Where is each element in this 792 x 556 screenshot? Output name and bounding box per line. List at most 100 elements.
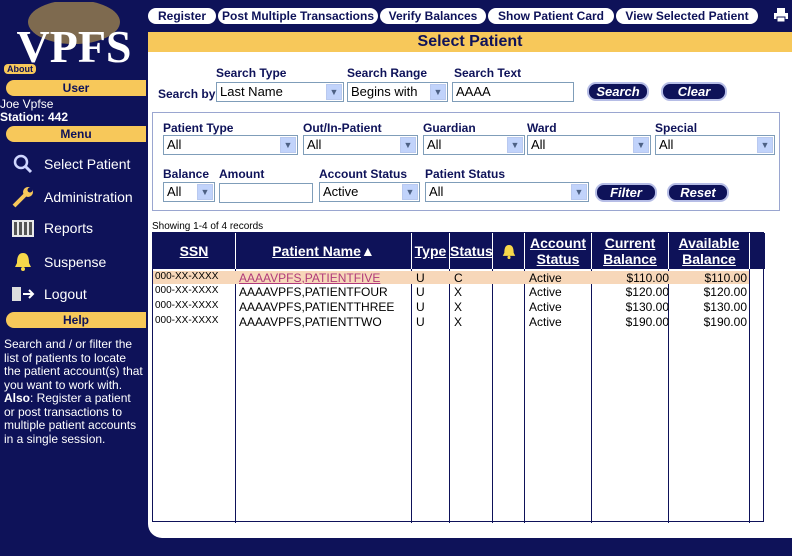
ward-select[interactable]: All ▼ bbox=[527, 135, 651, 155]
user-header: User bbox=[6, 80, 146, 96]
printer-icon[interactable] bbox=[773, 7, 789, 23]
cell-type: U bbox=[416, 300, 425, 314]
menu-item-label: Reports bbox=[44, 220, 94, 236]
cell-patient-name-link[interactable]: AAAAVPFS,PATIENTFIVE bbox=[239, 271, 380, 285]
filter-button[interactable]: Filter bbox=[595, 183, 657, 202]
verify-balances-button[interactable]: Verify Balances bbox=[380, 8, 486, 24]
special-select[interactable]: All ▼ bbox=[655, 135, 775, 155]
patient-status-select[interactable]: All ▼ bbox=[425, 182, 589, 202]
wrench-icon bbox=[10, 185, 36, 209]
cell-type: U bbox=[416, 271, 425, 285]
cell-account-status: Active bbox=[529, 300, 562, 314]
table-row[interactable]: 000-XX-XXXX AAAAVPFS,PATIENTFOUR U X Act… bbox=[153, 285, 749, 299]
table-row[interactable]: 000-XX-XXXX AAAAVPFS,PATIENTFIVE U C Act… bbox=[153, 271, 749, 285]
help-header: Help bbox=[6, 312, 146, 328]
chevron-down-icon: ▼ bbox=[633, 137, 649, 153]
cell-current-balance: $130.00 bbox=[625, 300, 669, 314]
patient-type-select[interactable]: All ▼ bbox=[163, 135, 298, 155]
logout-icon bbox=[10, 282, 36, 306]
user-station: Station: 442 bbox=[0, 110, 69, 124]
show-patient-card-button[interactable]: Show Patient Card bbox=[488, 8, 614, 24]
cell-account-status: Active bbox=[529, 315, 562, 329]
magnifier-icon bbox=[10, 152, 36, 176]
scrollbar-header bbox=[750, 233, 765, 269]
cell-current-balance: $110.00 bbox=[626, 271, 670, 285]
chevron-down-icon: ▼ bbox=[757, 137, 773, 153]
reset-button[interactable]: Reset bbox=[667, 183, 729, 202]
menu-item-label: Select Patient bbox=[44, 156, 131, 172]
cell-status: X bbox=[454, 285, 463, 299]
search-type-label: Search Type bbox=[216, 66, 287, 80]
guardian-label: Guardian bbox=[423, 121, 476, 135]
chevron-down-icon: ▼ bbox=[430, 84, 446, 100]
cell-patient-name: AAAAVPFS,PATIENTTWO bbox=[239, 315, 382, 329]
search-type-select[interactable]: Last Name ▼ bbox=[216, 82, 344, 102]
cell-current-balance: $190.00 bbox=[625, 315, 669, 329]
about-button[interactable]: About bbox=[4, 64, 36, 74]
patient-table: SSN Patient Name▲ Type Status Account Sta… bbox=[152, 232, 765, 523]
col-header-ssn[interactable]: SSN bbox=[153, 233, 235, 269]
menu-item-administration[interactable]: Administration bbox=[0, 183, 148, 211]
cell-type: U bbox=[416, 315, 425, 329]
clear-button[interactable]: Clear bbox=[661, 82, 727, 101]
main-panel: Select Patient Search Type Search Range … bbox=[148, 32, 792, 538]
cell-status: C bbox=[454, 271, 463, 285]
reports-icon bbox=[10, 216, 36, 240]
table-row[interactable]: 000-XX-XXXX AAAAVPFS,PATIENTTHREE U X Ac… bbox=[153, 300, 749, 314]
cell-ssn: 000-XX-XXXX bbox=[155, 300, 219, 311]
page-title: Select Patient bbox=[148, 32, 792, 52]
col-header-available-balance[interactable]: Available Balance bbox=[669, 233, 749, 269]
menu-item-select-patient[interactable]: Select Patient bbox=[0, 150, 148, 178]
post-multiple-transactions-button[interactable]: Post Multiple Transactions bbox=[218, 8, 378, 24]
col-header-account-status[interactable]: Account Status bbox=[525, 233, 591, 269]
cell-available-balance: $120.00 bbox=[703, 285, 747, 299]
table-row[interactable]: 000-XX-XXXX AAAAVPFS,PATIENTTWO U X Acti… bbox=[153, 315, 749, 329]
chevron-down-icon: ▼ bbox=[326, 84, 342, 100]
col-header-current-balance[interactable]: Current Balance bbox=[592, 233, 668, 269]
account-status-select[interactable]: Active ▼ bbox=[319, 182, 420, 202]
amount-input[interactable] bbox=[219, 183, 313, 203]
record-count: Showing 1-4 of 4 records bbox=[152, 221, 264, 232]
col-header-type[interactable]: Type bbox=[412, 233, 449, 269]
menu-item-suspense[interactable]: Suspense bbox=[0, 248, 148, 276]
menu-header: Menu bbox=[6, 126, 146, 142]
search-text-label: Search Text bbox=[454, 66, 522, 80]
sidebar: VPFS About User Joe Vpfse Station: 442 M… bbox=[0, 0, 148, 556]
menu-item-reports[interactable]: Reports bbox=[0, 214, 148, 242]
outin-patient-label: Out/In-Patient bbox=[303, 121, 382, 135]
search-range-label: Search Range bbox=[347, 66, 428, 80]
cell-ssn: 000-XX-XXXX bbox=[155, 271, 219, 282]
special-label: Special bbox=[655, 121, 698, 135]
cell-status: X bbox=[454, 300, 463, 314]
search-button[interactable]: Search bbox=[587, 82, 649, 101]
account-status-label: Account Status bbox=[319, 167, 408, 181]
cell-ssn: 000-XX-XXXX bbox=[155, 285, 219, 296]
view-selected-patient-button[interactable]: View Selected Patient bbox=[616, 8, 758, 24]
search-range-select[interactable]: Begins with ▼ bbox=[347, 82, 448, 102]
column-divider bbox=[749, 269, 750, 523]
menu-item-label: Logout bbox=[44, 286, 87, 302]
balance-select[interactable]: All ▼ bbox=[163, 182, 215, 202]
menu-item-label: Suspense bbox=[44, 254, 107, 270]
cell-account-status: Active bbox=[529, 271, 562, 285]
help-text: Search and / or filter the list of patie… bbox=[4, 337, 143, 446]
register-button[interactable]: Register bbox=[148, 8, 216, 24]
guardian-select[interactable]: All ▼ bbox=[423, 135, 525, 155]
patient-type-label: Patient Type bbox=[163, 121, 234, 135]
outin-patient-select[interactable]: All ▼ bbox=[303, 135, 418, 155]
cell-ssn: 000-XX-XXXX bbox=[155, 315, 219, 326]
chevron-down-icon: ▼ bbox=[197, 184, 213, 200]
col-header-patient-name[interactable]: Patient Name▲ bbox=[236, 233, 411, 269]
cell-patient-name: AAAAVPFS,PATIENTTHREE bbox=[239, 300, 395, 314]
cell-available-balance: $110.00 bbox=[704, 271, 748, 285]
cell-patient-name: AAAAVPFS,PATIENTFOUR bbox=[239, 285, 388, 299]
cell-available-balance: $190.00 bbox=[703, 315, 747, 329]
sort-ascending-icon: ▲ bbox=[360, 243, 375, 259]
menu-item-label: Administration bbox=[44, 189, 133, 205]
chevron-down-icon: ▼ bbox=[571, 184, 587, 200]
col-header-status[interactable]: Status bbox=[450, 233, 493, 269]
chevron-down-icon: ▼ bbox=[280, 137, 296, 153]
chevron-down-icon: ▼ bbox=[507, 137, 523, 153]
menu-item-logout[interactable]: Logout bbox=[0, 280, 148, 308]
search-text-input[interactable]: AAAA bbox=[452, 82, 574, 102]
